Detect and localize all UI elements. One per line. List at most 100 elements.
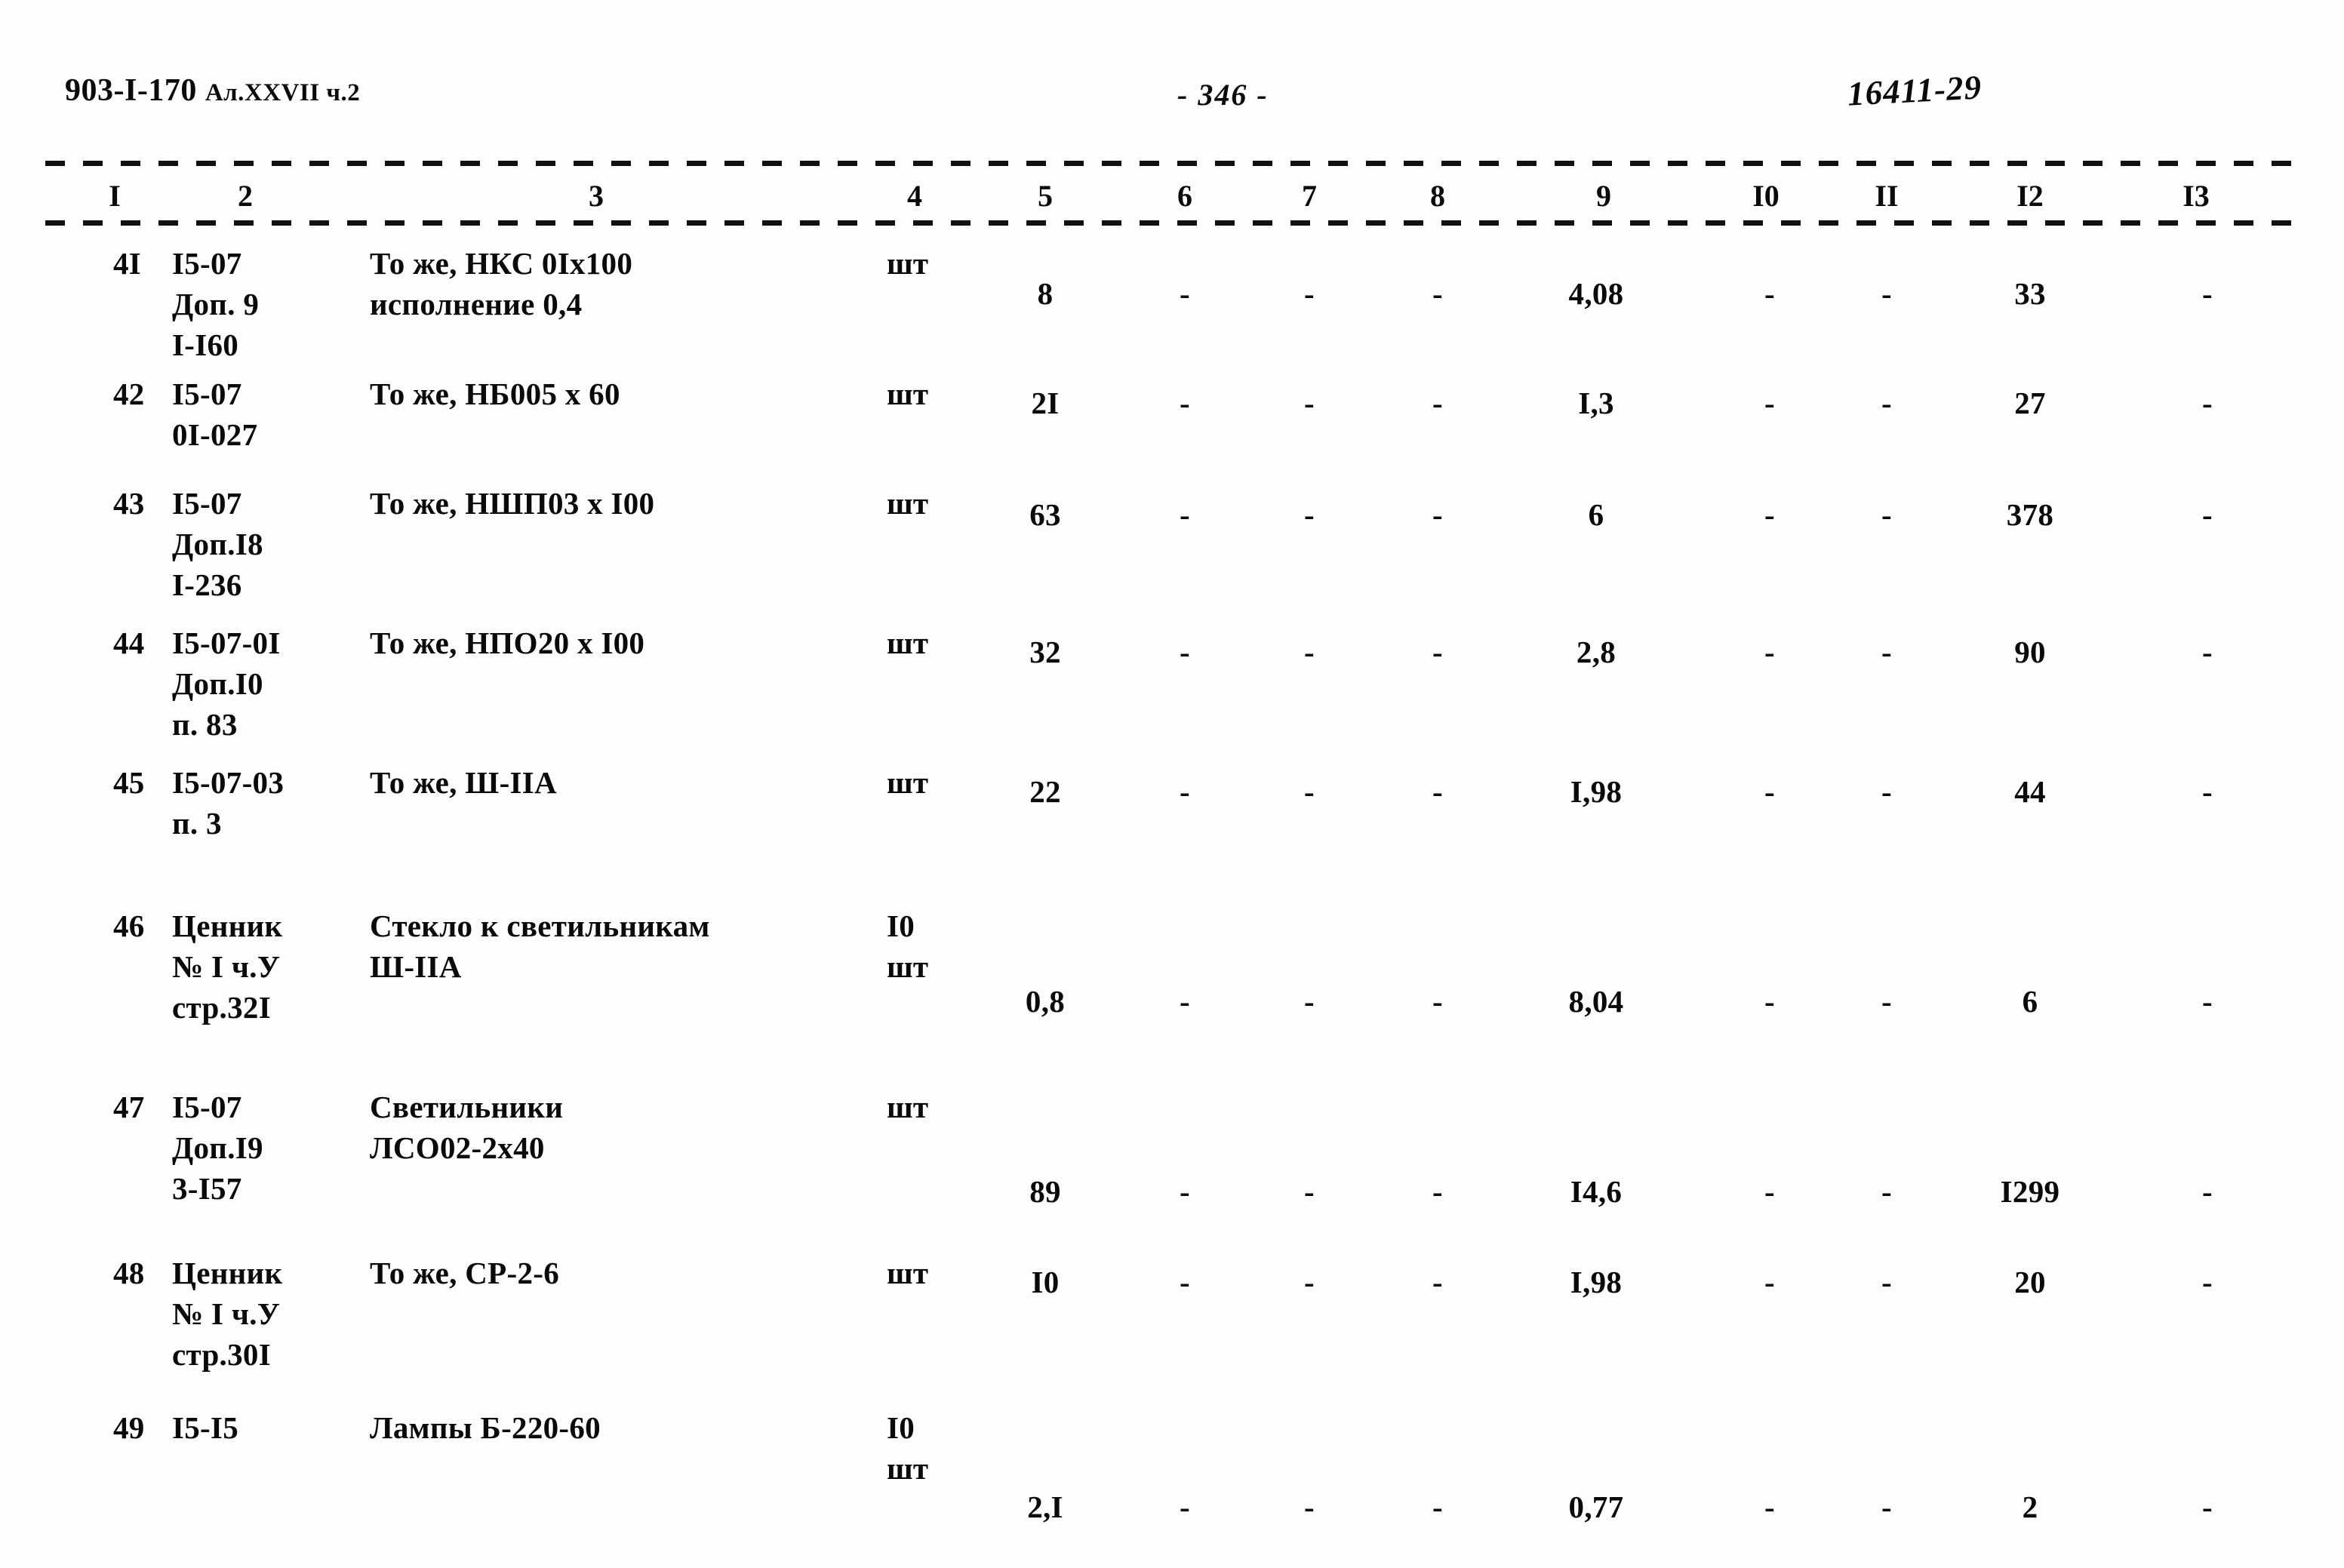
row-value-6: - [1180,984,1190,1019]
row-quantity: 89 [1029,1174,1061,1209]
row-unit-price: 8,04 [1568,984,1624,1019]
document-code: 903-I-170 [65,73,197,108]
row-value-7: - [1304,774,1315,809]
row-unit-line: I0 [887,909,915,943]
row-total: 378 [2006,497,2054,532]
row-unit-line: шт [887,765,929,800]
row-position-number: 43 [113,486,145,521]
row-description-line: Ш-IIА [370,949,462,985]
row-position-number: 49 [113,1410,145,1445]
row-code-reference-line: п. 83 [172,707,238,742]
row-value-8: - [1432,1265,1443,1299]
column-header-6: 6 [1177,179,1192,213]
row-value-11: - [1881,497,1892,532]
row-value-10: - [1764,774,1775,809]
row-value-7: - [1304,635,1315,669]
row-total: I299 [2000,1174,2060,1209]
row-value-7: - [1304,984,1315,1019]
row-unit-price: I,98 [1570,774,1623,809]
row-total: 27 [2014,386,2046,420]
row-value-6: - [1180,386,1190,420]
column-header-7: 7 [1302,179,1317,213]
row-description: То же, НПО20 х I00 [370,623,644,663]
row-total: 44 [2014,774,2046,809]
row-position-number: 4I [113,246,142,281]
row-code-reference-line: I5-07-03 [172,765,285,800]
row-quantity: 2,I [1027,1490,1063,1524]
row-unit-line: шт [887,246,929,281]
row-code-reference: I5-I5 [172,1407,238,1448]
row-unit-price: I,3 [1578,386,1614,420]
row-unit-line: шт [887,1256,929,1290]
row-unit-line: шт [887,377,929,411]
row-unit-price: 6 [1588,497,1604,532]
row-code-reference: Ценник № I ч.У стр.30I [172,1253,282,1375]
row-quantity: 8 [1037,276,1054,311]
document-page: 903-I-170 Ал.XXVII ч.2 - 346 - 16411-29 … [0,0,2344,1568]
row-code-reference-line: Доп. 9 [172,287,260,322]
row-value-6: - [1180,1490,1190,1524]
table-header-rule [45,220,2302,226]
row-description: То же, СР-2-6 [370,1253,559,1293]
row-unit: шт [887,762,928,803]
part-number: ч.2 [326,79,361,106]
row-description: То же, НКС 0Iх100 исполнение 0,4 [370,243,632,324]
row-code-reference-line: I5-07 [172,486,242,521]
row-code-reference-line: I5-I5 [172,1410,239,1445]
handwritten-doc-number: 16411-29 [1846,68,1983,113]
row-code-reference-line: Доп.I8 [172,527,263,562]
column-header-10: I0 [1752,179,1780,213]
row-code-reference-line: Ценник [172,1256,283,1290]
row-value-10: - [1764,386,1775,420]
row-value-7: - [1304,1174,1315,1209]
row-code-reference-line: I5-07 [172,1090,242,1124]
row-value-7: - [1304,1490,1315,1524]
row-description-line: Лампы Б-220-60 [370,1410,601,1445]
row-code-reference-line: стр.32I [172,990,271,1025]
document-code-header: 903-I-170 Ал.XXVII ч.2 [65,72,360,109]
row-value-8: - [1432,276,1443,311]
row-value-8: - [1432,774,1443,809]
table-top-rule [45,161,2302,166]
column-header-13: I3 [2183,179,2210,213]
row-description-line: То же, НКС 0Iх100 [370,246,633,281]
column-header-1: I [109,179,121,213]
page-header: 903-I-170 Ал.XXVII ч.2 - 346 - 16411-29 [0,68,2344,125]
row-unit-line: шт [887,1090,929,1124]
row-description: То же, НШП03 х I00 [370,483,654,524]
row-quantity: 63 [1029,497,1061,532]
row-code-reference: I5-07-03 п. 3 [172,762,284,844]
row-code-reference: Ценник № I ч.У стр.32I [172,905,282,1028]
row-unit: шт [887,1253,928,1293]
row-value-10: - [1764,1174,1775,1209]
row-description: Стекло к светильникам Ш-IIА [370,905,710,987]
row-code-reference-line: I-236 [172,567,242,603]
row-value-11: - [1881,1265,1892,1299]
row-value-13: - [2202,276,2213,311]
row-value-8: - [1432,497,1443,532]
row-code-reference-line: № I ч.У [172,949,281,985]
row-value-6: - [1180,1174,1190,1209]
row-value-6: - [1180,497,1190,532]
row-code-reference-line: Ценник [172,909,283,943]
row-position-number: 46 [113,909,145,943]
row-quantity: 0,8 [1025,984,1066,1019]
row-value-10: - [1764,1265,1775,1299]
row-unit: шт [887,623,928,663]
row-code-reference: I5-07 Доп. 9 I-I60 [172,243,259,365]
row-value-6: - [1180,1265,1190,1299]
row-position-number: 47 [113,1090,145,1124]
row-value-11: - [1881,635,1892,669]
row-value-13: - [2202,1265,2213,1299]
row-total: 20 [2014,1265,2046,1299]
row-description-line: То же, Ш-IIА [370,765,557,800]
row-value-11: - [1881,276,1892,311]
row-description: Лампы Б-220-60 [370,1407,601,1448]
row-total: 6 [2022,984,2038,1019]
column-header-2: 2 [238,179,253,213]
column-header-8: 8 [1430,179,1445,213]
row-value-11: - [1881,774,1892,809]
row-total: 2 [2022,1490,2038,1524]
row-value-11: - [1881,1490,1892,1524]
album-number: Ал.XXVII [205,79,320,106]
